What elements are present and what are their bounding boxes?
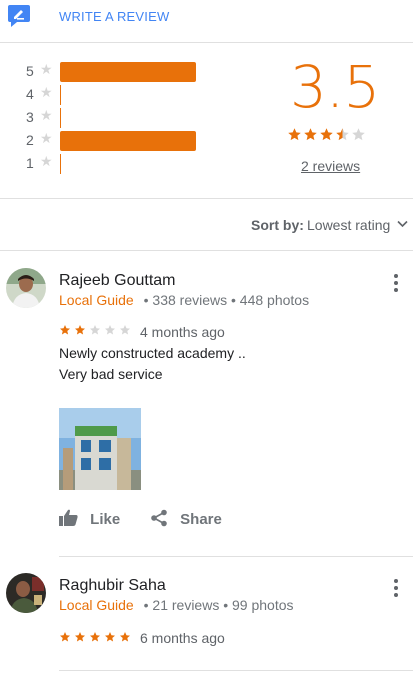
reviews-count: 21 reviews	[152, 597, 220, 613]
reviews-count: 338 reviews	[152, 292, 228, 308]
star-icon	[352, 128, 365, 141]
meta-separator: •	[231, 292, 236, 308]
rating-bar-row: 2 ★	[0, 130, 250, 152]
rating-bar-fill	[60, 154, 61, 174]
review-divider	[59, 670, 413, 671]
rating-bar-fill	[60, 131, 196, 151]
rating-bar-label: 4	[26, 86, 34, 102]
average-rating-stars	[287, 127, 387, 145]
reviewer-name[interactable]: Raghubir Saha	[59, 577, 166, 595]
rating-bar-label: 3	[26, 109, 34, 125]
avatar-photo	[6, 268, 46, 308]
star-icon: ★	[40, 153, 53, 169]
building-photo	[59, 408, 141, 490]
share-icon	[151, 509, 167, 527]
star-icon: ★	[40, 84, 53, 100]
star-rating-svg	[60, 325, 130, 335]
rating-bar-row: 4 ★	[0, 84, 250, 106]
review-date: 6 months ago	[140, 630, 225, 646]
like-button[interactable]: Like	[59, 509, 120, 528]
local-guide-badge: Local Guide	[59, 292, 134, 308]
chevron-down-icon[interactable]	[397, 220, 408, 228]
star-icon	[120, 632, 130, 642]
rating-bar-row: 5 ★	[0, 61, 250, 83]
reviews-count-link[interactable]: 2 reviews	[301, 158, 360, 174]
share-button[interactable]: Share	[150, 509, 222, 528]
star-rating-svg	[60, 632, 130, 642]
sort-label: Sort by:	[251, 217, 304, 233]
star-icon	[304, 128, 317, 141]
rating-bar-label: 1	[26, 155, 34, 171]
local-guide-badge: Local Guide	[59, 597, 134, 613]
rating-bar-label: 5	[26, 63, 34, 79]
star-icon	[105, 632, 115, 642]
like-label: Like	[90, 511, 121, 528]
star-icon	[120, 325, 130, 335]
meta-separator: •	[143, 292, 149, 308]
star-icon: ★	[40, 61, 53, 77]
thumbs-up-icon	[59, 509, 78, 526]
star-icon	[75, 632, 85, 642]
avatar-photo	[6, 573, 46, 613]
rating-bar-row: 1 ★	[0, 153, 250, 175]
review-photo[interactable]	[59, 408, 141, 490]
star-icon	[60, 325, 70, 335]
star-icon	[60, 632, 70, 642]
star-icon	[90, 632, 100, 642]
rating-bar-fill	[60, 85, 61, 105]
star-icon: ★	[40, 130, 53, 146]
star-icon	[90, 325, 100, 335]
star-icon	[288, 128, 301, 141]
photos-count: 99 photos	[232, 597, 294, 613]
rating-bar-fill	[60, 108, 61, 128]
rating-bar-label: 2	[26, 132, 34, 148]
reviewer-avatar[interactable]	[6, 268, 46, 308]
star-rating-svg	[288, 128, 365, 141]
star-icon	[320, 128, 333, 141]
photos-count: 448 photos	[239, 292, 310, 308]
review-divider	[59, 556, 413, 557]
more-options-icon[interactable]	[392, 578, 400, 598]
meta-separator: •	[223, 597, 229, 613]
share-label: Share	[180, 511, 222, 528]
meta-separator: •	[143, 597, 149, 613]
review-date: 4 months ago	[140, 324, 225, 340]
write-review-header: WRITE A REVIEW	[0, 0, 413, 43]
write-review-button[interactable]: WRITE A REVIEW	[59, 9, 169, 24]
reviewer-avatar[interactable]	[6, 573, 46, 613]
review-rating-stars	[59, 631, 135, 645]
average-rating: 3.5	[290, 53, 380, 121]
star-icon: ★	[40, 107, 53, 123]
reviewer-meta: Local Guide • 21 reviews • 99 photos	[59, 597, 294, 613]
write-review-icon[interactable]	[8, 5, 30, 27]
star-icon	[336, 128, 349, 141]
more-options-icon[interactable]	[392, 273, 400, 293]
sort-control[interactable]: Sort by: Lowest rating	[0, 199, 413, 251]
star-icon	[105, 325, 115, 335]
rating-summary: 5 ★ 4 ★ 3 ★ 2 ★ 1 ★ 3.5 2 reviews	[0, 43, 413, 199]
reviewer-meta: Local Guide • 338 reviews • 448 photos	[59, 292, 309, 308]
sort-dropdown[interactable]: Lowest rating	[307, 217, 390, 233]
review-text-line: Newly constructed academy ..	[59, 345, 246, 361]
review-text-line: Very bad service	[59, 366, 163, 382]
review-text: Newly constructed academy .. Very bad se…	[59, 343, 246, 385]
rating-bar-row: 3 ★	[0, 107, 250, 129]
reviewer-name[interactable]: Rajeeb Gouttam	[59, 272, 176, 290]
rating-bar-fill	[60, 62, 196, 82]
review-rating-stars	[59, 324, 135, 338]
star-icon	[75, 325, 85, 335]
